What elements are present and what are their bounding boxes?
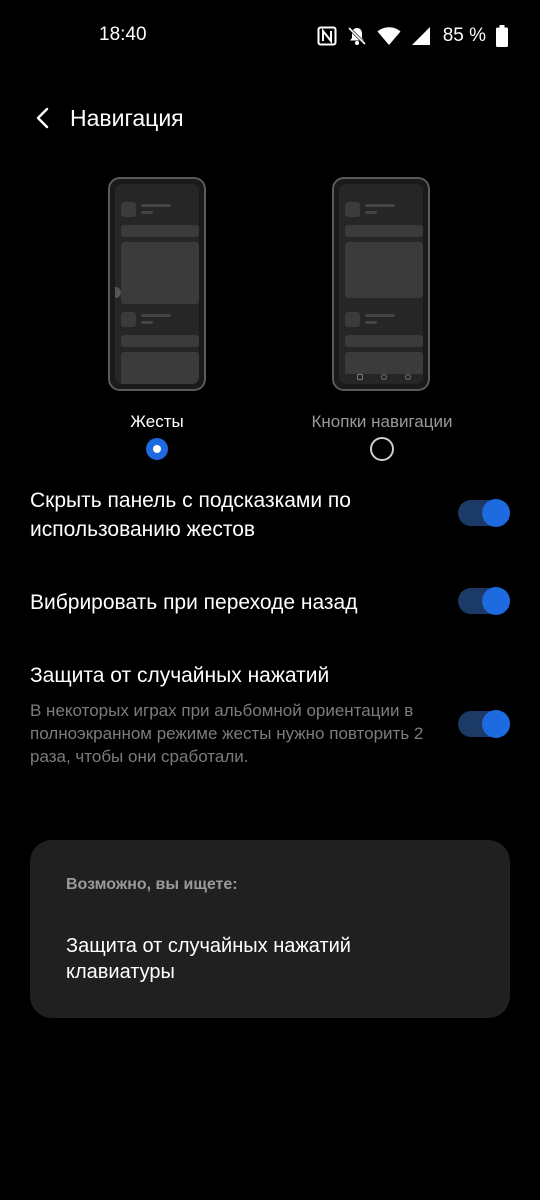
page-title: Навигация bbox=[70, 105, 184, 131]
toggle-knob bbox=[482, 587, 510, 615]
gestures-preview[interactable] bbox=[108, 177, 206, 391]
battery-icon bbox=[496, 25, 508, 47]
status-icons: 85 % bbox=[317, 22, 508, 50]
vibrate-on-back-toggle[interactable] bbox=[458, 587, 510, 615]
toggle-knob bbox=[482, 710, 510, 738]
suggestions-heading: Возможно, вы ищете: bbox=[66, 876, 238, 893]
status-time: 18:40 bbox=[99, 24, 147, 45]
nfc-icon bbox=[317, 26, 337, 46]
notifications-off-icon bbox=[347, 26, 367, 46]
gestures-label: Жесты bbox=[130, 412, 184, 431]
vibrate-on-back-label: Вибрировать при переходе назад bbox=[30, 591, 358, 614]
accidental-touch-protection-label: Защита от случайных нажатий bbox=[30, 664, 330, 687]
hide-gesture-hints-toggle[interactable] bbox=[458, 499, 510, 527]
suggestion-item[interactable]: Защита от случайных нажатий клавиатуры bbox=[66, 933, 426, 985]
toggle-knob bbox=[482, 499, 510, 527]
accidental-touch-protection-toggle[interactable] bbox=[458, 710, 510, 738]
accidental-touch-protection-description: В некоторых играх при альбомной ориентац… bbox=[30, 701, 424, 766]
back-button[interactable] bbox=[28, 104, 58, 136]
gestures-radio[interactable] bbox=[146, 438, 168, 460]
navigation-buttons-preview[interactable] bbox=[332, 177, 430, 391]
chevron-left-icon bbox=[36, 107, 50, 134]
signal-icon bbox=[411, 26, 431, 46]
navigation-buttons-radio[interactable] bbox=[370, 437, 394, 461]
hide-gesture-hints-label: Скрыть панель с подсказками по использов… bbox=[30, 489, 351, 541]
navigation-buttons-label: Кнопки навигации bbox=[311, 412, 453, 431]
battery-percent: 85 % bbox=[442, 25, 486, 46]
wifi-icon bbox=[377, 26, 401, 46]
suggestions-card bbox=[30, 840, 510, 1018]
